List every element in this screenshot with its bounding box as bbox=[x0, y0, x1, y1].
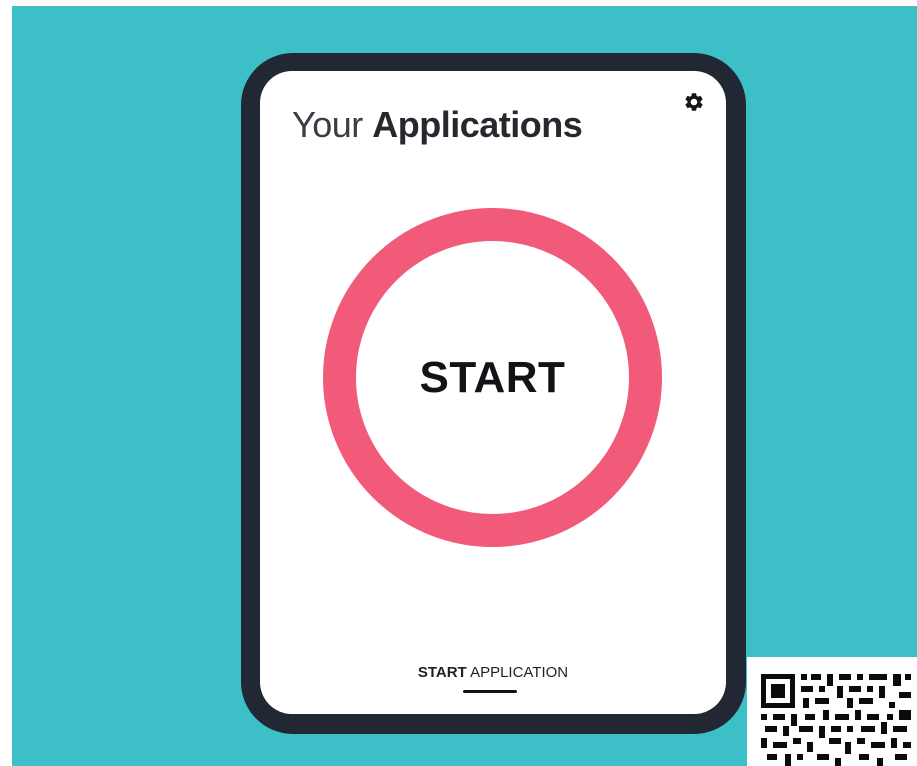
tab-start-application[interactable]: START APPLICATION bbox=[260, 664, 726, 681]
phone-frame: Your Applications START START APPLICATIO… bbox=[241, 53, 746, 734]
gear-icon bbox=[685, 93, 703, 111]
page-title: Your Applications bbox=[292, 103, 583, 147]
tab-active-indicator bbox=[463, 690, 517, 693]
page-title-regular: Your bbox=[292, 104, 363, 145]
tab-label-regular: APPLICATION bbox=[470, 664, 569, 681]
settings-button[interactable] bbox=[683, 91, 705, 113]
start-button-label: START bbox=[419, 352, 566, 402]
background: Your Applications START START APPLICATIO… bbox=[12, 6, 917, 766]
tab-label-bold: START bbox=[417, 664, 467, 681]
page-title-bold: Applications bbox=[372, 104, 583, 145]
app-screen: Your Applications START START APPLICATIO… bbox=[260, 71, 726, 714]
start-button[interactable]: START bbox=[323, 208, 662, 547]
qr-code bbox=[747, 657, 917, 766]
